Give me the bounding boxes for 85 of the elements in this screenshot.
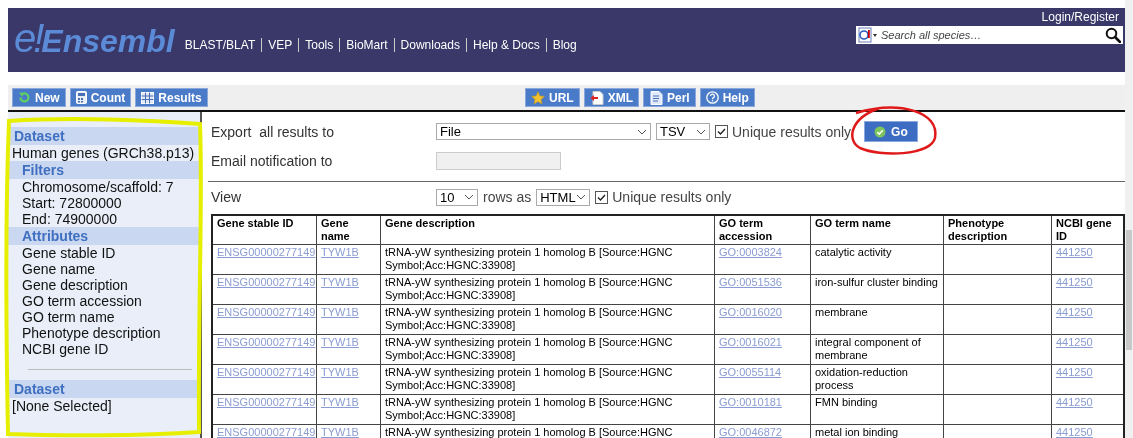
- search-icon: [1105, 27, 1121, 43]
- column-header: Gene stable ID: [212, 215, 317, 245]
- dropdown[interactable]: 10: [436, 188, 478, 206]
- logo[interactable]: e!Ensembl: [14, 18, 175, 59]
- calculator-icon: [75, 91, 87, 104]
- nav-link[interactable]: Blog: [545, 38, 583, 52]
- field-label: Email notification to: [211, 152, 334, 169]
- summary-item: End: 74900000: [21, 211, 118, 227]
- summary-item: Gene name: [21, 261, 97, 277]
- summary-item: Phenotype description: [21, 325, 162, 341]
- dropdown[interactable]: TSV: [656, 123, 710, 140]
- go-button[interactable]: Go: [864, 121, 918, 142]
- table-cell: catalytic activity: [810, 244, 944, 275]
- table-cell: tRNA-yW synthesizing protein 1 homolog B [Source:HGNC Symbol;Acc:HGNC:33908]: [380, 334, 715, 365]
- table-cell: integral component of membrane: [810, 334, 944, 365]
- table-icon: [141, 91, 155, 104]
- summary-item: NCBI gene ID: [21, 341, 110, 357]
- checkbox[interactable]: [595, 190, 609, 204]
- caret-icon: [637, 128, 647, 135]
- summary-item: Chromosome/scaffold: 7: [21, 179, 175, 195]
- caret-icon: [696, 128, 706, 135]
- toolbar-button[interactable]: XML: [583, 88, 639, 107]
- species-dropdown[interactable]: [858, 27, 878, 43]
- table-cell: oxidation-reduction process: [810, 364, 944, 395]
- column-header: Phenotype description: [943, 215, 1052, 245]
- nav-link[interactable]: BLAST/BLAT: [184, 38, 262, 52]
- field-label: Export all results to: [211, 123, 335, 140]
- checkbox-label: Unique results only: [732, 123, 852, 140]
- column-header: Gene name: [316, 215, 381, 245]
- toolbar-button[interactable]: New: [12, 88, 66, 107]
- summary-item: GO term accession: [21, 293, 143, 309]
- table-cell: tRNA-yW synthesizing protein 1 homolog B [Source:HGNC Symbol;Acc:HGNC:33908]: [380, 274, 715, 305]
- login-link[interactable]: Login/Register: [1041, 10, 1119, 24]
- toolbar-button[interactable]: URL: [525, 88, 580, 107]
- toolbar-button[interactable]: Count: [69, 88, 132, 107]
- caret-icon: [576, 194, 587, 200]
- search-field[interactable]: Search all species…: [856, 26, 1123, 44]
- nav-link[interactable]: BioMart: [339, 38, 394, 52]
- refresh-icon: [18, 91, 31, 104]
- help-icon: [705, 91, 719, 104]
- summary-item: [None Selected]: [11, 398, 113, 414]
- column-header: GO term name: [810, 215, 944, 245]
- caret-icon: [464, 194, 474, 200]
- summary-item: Start: 72800000: [21, 195, 123, 211]
- toolbar-button[interactable]: Perl: [643, 88, 696, 107]
- table-cell: FMN binding: [810, 394, 944, 425]
- column-header: Gene description: [380, 215, 715, 245]
- species-icon: [858, 27, 878, 43]
- table-cell: iron-sulfur cluster binding: [810, 274, 944, 305]
- section-heading[interactable]: Dataset: [8, 380, 200, 398]
- toolbar-button[interactable]: Help: [699, 88, 755, 107]
- summary-item: Human genes (GRCh38.p13): [11, 145, 196, 161]
- field-label: rows as: [483, 189, 532, 205]
- nav-link[interactable]: Downloads: [393, 38, 466, 52]
- table-cell: tRNA-yW synthesizing protein 1 homolog B [Source:HGNC Symbol;Acc:HGNC:33908]: [380, 244, 715, 275]
- dropdown[interactable]: File: [436, 123, 651, 140]
- table-link[interactable]: 441250: [1056, 276, 1093, 288]
- column-header: GO term accession: [714, 215, 811, 245]
- checkbox[interactable]: [715, 125, 728, 138]
- summary-item: Gene stable ID: [21, 245, 117, 261]
- nav-link[interactable]: Help & Docs: [465, 38, 546, 52]
- toolbar-button[interactable]: Results: [135, 88, 208, 107]
- document-arrow-icon: [589, 90, 604, 105]
- dropdown[interactable]: HTML: [536, 188, 591, 206]
- table-cell: tRNA-yW synthesizing protein 1 homolog B [Source:HGNC Symbol;Acc:HGNC:33908]: [380, 364, 715, 395]
- table-link[interactable]: 441250: [1056, 396, 1093, 408]
- summary-item: Gene description: [21, 277, 129, 293]
- table-link[interactable]: 441250: [1056, 246, 1093, 258]
- star-icon: [531, 90, 545, 105]
- section-heading[interactable]: Filters: [8, 161, 200, 179]
- check-circle-icon: [874, 125, 887, 138]
- nav-link[interactable]: VEP: [261, 38, 299, 52]
- document-icon: [649, 90, 663, 105]
- table-link[interactable]: 441250: [1056, 366, 1093, 378]
- nav-link[interactable]: Tools: [298, 38, 340, 52]
- section-heading[interactable]: Dataset: [8, 127, 200, 145]
- checkbox-label: Unique results only: [612, 189, 732, 205]
- summary-item: GO term name: [21, 309, 116, 325]
- table-link[interactable]: 441250: [1056, 306, 1093, 318]
- table-cell: tRNA-yW synthesizing protein 1 homolog B [Source:HGNC Symbol;Acc:HGNC:33908]: [380, 394, 715, 425]
- table-cell: membrane: [810, 304, 944, 335]
- section-heading[interactable]: Attributes: [8, 227, 200, 245]
- table-link[interactable]: 441250: [1056, 336, 1093, 348]
- field-label: View: [211, 189, 243, 205]
- table-cell: tRNA-yW synthesizing protein 1 homolog B [Source:HGNC Symbol;Acc:HGNC:33908]: [380, 304, 715, 335]
